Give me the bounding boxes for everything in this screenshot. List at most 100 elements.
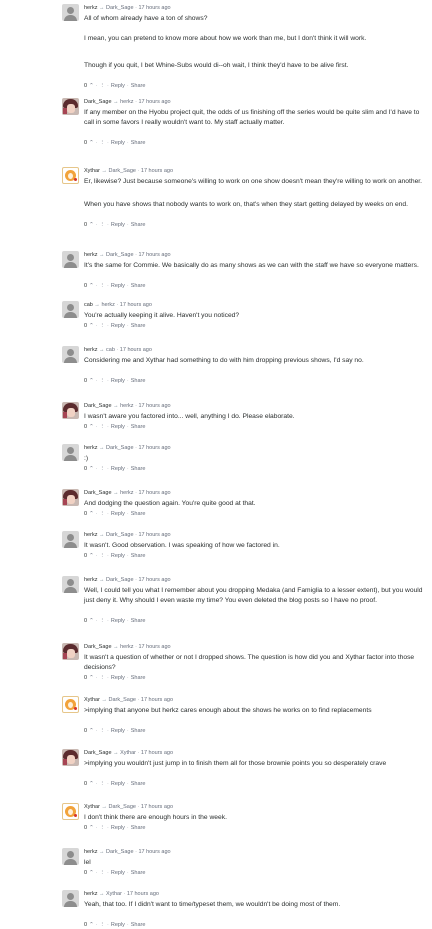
timestamp[interactable]: 17 hours ago: [138, 445, 170, 451]
author-name[interactable]: Dark_Sage: [84, 644, 112, 650]
upvote-icon[interactable]: ⌃: [89, 922, 94, 928]
parent-author[interactable]: Dark_Sage: [108, 697, 136, 703]
timestamp[interactable]: 17 hours ago: [141, 168, 173, 174]
timestamp[interactable]: 17 hours ago: [141, 750, 173, 756]
upvote-icon[interactable]: ⌃: [89, 618, 94, 624]
author-name[interactable]: Dark_Sage: [84, 403, 112, 409]
upvote-icon[interactable]: ⌃: [89, 283, 94, 289]
downvote-icon[interactable]: ⋮: [100, 283, 106, 289]
reply-button[interactable]: Reply: [111, 466, 125, 472]
anime-avatar-icon[interactable]: [62, 98, 79, 115]
reply-button[interactable]: Reply: [111, 553, 125, 559]
xythar-avatar-icon[interactable]: [62, 167, 79, 184]
author-name[interactable]: herkz: [84, 532, 97, 538]
share-button[interactable]: Share: [131, 466, 146, 472]
parent-author[interactable]: Dark_Sage: [108, 168, 136, 174]
default-avatar-icon[interactable]: [62, 444, 79, 461]
author-name[interactable]: herkz: [84, 347, 97, 353]
default-avatar-icon[interactable]: [62, 576, 79, 593]
downvote-icon[interactable]: ⋮: [100, 781, 106, 787]
downvote-icon[interactable]: ⋮: [100, 728, 106, 734]
upvote-icon[interactable]: ⌃: [89, 511, 94, 517]
author-name[interactable]: cab: [84, 302, 93, 308]
downvote-icon[interactable]: ⋮: [100, 83, 106, 89]
share-button[interactable]: Share: [131, 825, 146, 831]
downvote-icon[interactable]: ⋮: [100, 466, 106, 472]
share-button[interactable]: Share: [131, 323, 146, 329]
downvote-icon[interactable]: ⋮: [100, 553, 106, 559]
reply-button[interactable]: Reply: [111, 378, 125, 384]
upvote-icon[interactable]: ⌃: [89, 553, 94, 559]
share-button[interactable]: Share: [131, 424, 146, 430]
default-avatar-icon[interactable]: [62, 890, 79, 907]
parent-author[interactable]: Dark_Sage: [106, 577, 134, 583]
anime-avatar-icon[interactable]: [62, 643, 79, 660]
upvote-icon[interactable]: ⌃: [89, 675, 94, 681]
default-avatar-icon[interactable]: [62, 531, 79, 548]
author-name[interactable]: herkz: [84, 445, 97, 451]
anime-avatar-icon[interactable]: [62, 489, 79, 506]
timestamp[interactable]: 17 hours ago: [120, 347, 152, 353]
author-name[interactable]: Xythar: [84, 804, 100, 810]
reply-button[interactable]: Reply: [111, 870, 125, 876]
timestamp[interactable]: 17 hours ago: [138, 849, 170, 855]
reply-button[interactable]: Reply: [111, 675, 125, 681]
downvote-icon[interactable]: ⋮: [100, 323, 106, 329]
upvote-icon[interactable]: ⌃: [89, 870, 94, 876]
downvote-icon[interactable]: ⋮: [100, 424, 106, 430]
upvote-icon[interactable]: ⌃: [89, 323, 94, 329]
timestamp[interactable]: 17 hours ago: [138, 403, 170, 409]
timestamp[interactable]: 17 hours ago: [138, 252, 170, 258]
upvote-icon[interactable]: ⌃: [89, 781, 94, 787]
upvote-icon[interactable]: ⌃: [89, 466, 94, 472]
default-avatar-icon[interactable]: [62, 346, 79, 363]
downvote-icon[interactable]: ⋮: [100, 378, 106, 384]
share-button[interactable]: Share: [131, 222, 146, 228]
parent-author[interactable]: Xythar: [120, 750, 136, 756]
author-name[interactable]: herkz: [84, 252, 97, 258]
reply-button[interactable]: Reply: [111, 83, 125, 89]
parent-author[interactable]: Dark_Sage: [106, 5, 134, 11]
share-button[interactable]: Share: [131, 140, 146, 146]
share-button[interactable]: Share: [131, 283, 146, 289]
timestamp[interactable]: 17 hours ago: [138, 532, 170, 538]
parent-author[interactable]: herkz: [120, 403, 133, 409]
parent-author[interactable]: Dark_Sage: [106, 252, 134, 258]
share-button[interactable]: Share: [131, 511, 146, 517]
reply-button[interactable]: Reply: [111, 424, 125, 430]
default-avatar-icon[interactable]: [62, 4, 79, 21]
xythar-avatar-icon[interactable]: [62, 696, 79, 713]
timestamp[interactable]: 17 hours ago: [138, 577, 170, 583]
upvote-icon[interactable]: ⌃: [89, 825, 94, 831]
reply-button[interactable]: Reply: [111, 511, 125, 517]
reply-button[interactable]: Reply: [111, 825, 125, 831]
parent-author[interactable]: Dark_Sage: [106, 849, 134, 855]
anime-avatar-icon[interactable]: [62, 749, 79, 766]
upvote-icon[interactable]: ⌃: [89, 222, 94, 228]
parent-author[interactable]: cab: [106, 347, 115, 353]
author-name[interactable]: Dark_Sage: [84, 750, 112, 756]
default-avatar-icon[interactable]: [62, 251, 79, 268]
timestamp[interactable]: 17 hours ago: [141, 697, 173, 703]
upvote-icon[interactable]: ⌃: [89, 424, 94, 430]
timestamp[interactable]: 17 hours ago: [138, 5, 170, 11]
default-avatar-icon[interactable]: [62, 848, 79, 865]
xythar-avatar-icon[interactable]: [62, 803, 79, 820]
parent-author[interactable]: Dark_Sage: [106, 445, 134, 451]
anime-avatar-icon[interactable]: [62, 402, 79, 419]
default-avatar-icon[interactable]: [62, 301, 79, 318]
timestamp[interactable]: 17 hours ago: [127, 891, 159, 897]
timestamp[interactable]: 17 hours ago: [138, 99, 170, 105]
author-name[interactable]: herkz: [84, 577, 97, 583]
downvote-icon[interactable]: ⋮: [100, 922, 106, 928]
parent-author[interactable]: herkz: [120, 99, 133, 105]
reply-button[interactable]: Reply: [111, 618, 125, 624]
reply-button[interactable]: Reply: [111, 283, 125, 289]
author-name[interactable]: herkz: [84, 5, 97, 11]
share-button[interactable]: Share: [131, 922, 146, 928]
parent-author[interactable]: Xythar: [106, 891, 122, 897]
downvote-icon[interactable]: ⋮: [100, 675, 106, 681]
reply-button[interactable]: Reply: [111, 728, 125, 734]
parent-author[interactable]: Dark_Sage: [108, 804, 136, 810]
downvote-icon[interactable]: ⋮: [100, 222, 106, 228]
